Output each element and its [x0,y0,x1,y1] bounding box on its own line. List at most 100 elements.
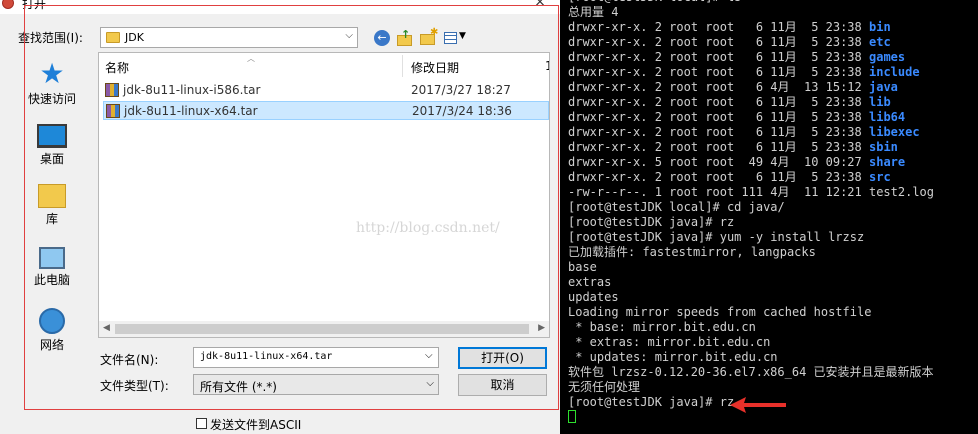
column-divider[interactable] [402,55,403,77]
terminal-line-text: base [568,260,597,274]
terminal-line: drwxr-xr-x. 2 root root 6 11月 5 23:38 et… [568,35,978,50]
terminal-line-text: 总用量 4 [568,5,619,19]
file-name: jdk-8u11-linux-i586.tar [123,83,261,97]
dialog-title: 打开 [22,0,47,11]
filename-input[interactable]: jdk-8u11-linux-x64.tar [193,347,439,368]
terminal-line: 已加载插件: fastestmirror, langpacks [568,245,978,260]
terminal-line: drwxr-xr-x. 2 root root 6 4月 13 15:12 ja… [568,80,978,95]
terminal-line-text: drwxr-xr-x. 2 root root 6 11月 5 23:38 [568,110,869,124]
terminal-line-text: [root@testJDK local]# ls [568,0,741,4]
place-this-pc[interactable]: 此电脑 [26,247,78,288]
network-icon [39,308,65,334]
terminal-line-text: drwxr-xr-x. 2 root root 6 11月 5 23:38 [568,140,869,154]
terminal-line: drwxr-xr-x. 2 root root 6 11月 5 23:38 ga… [568,50,978,65]
file-row-selected[interactable]: jdk-8u11-linux-x64.tar 2017/3/24 18:36 [103,101,549,120]
terminal-line-text: 已加载插件: fastestmirror, langpacks [568,245,816,259]
new-folder-icon[interactable]: ✱ [420,27,438,46]
lookin-label: 查找范围(I): [18,31,83,45]
file-list[interactable]: ︿ 名称 修改日期 1 jdk-8u11-linux-i586.tar 2017… [98,52,550,338]
horizontal-scrollbar[interactable]: ◀ ▶ [99,321,549,337]
terminal-line-text: drwxr-xr-x. 2 root root 6 11月 5 23:38 [568,20,869,34]
place-label: 桌面 [39,152,64,166]
ascii-checkbox-label: 发送文件到ASCII [210,418,302,432]
app-icon [2,0,14,9]
terminal-dir-name: lib [869,95,891,109]
lookin-dropdown[interactable]: JDK ⌵ [100,27,358,48]
desktop-icon [37,124,67,148]
column-header-extra[interactable]: 1 [545,59,549,73]
terminal-line-text: * base: mirror.bit.edu.cn [568,320,756,334]
terminal-line: base [568,260,978,275]
terminal-line-text: drwxr-xr-x. 2 root root 6 4月 13 15:12 [568,80,869,94]
terminal-line: drwxr-xr-x. 2 root root 6 11月 5 23:38 li… [568,110,978,125]
terminal-line-text: drwxr-xr-x. 2 root root 6 11月 5 23:38 [568,170,869,184]
up-folder-icon[interactable]: ↑ [397,28,413,46]
archive-file-icon [105,83,119,97]
place-quick-access[interactable]: ★ 快速访问 [26,60,78,107]
star-icon: ★ [39,57,65,90]
terminal-line-text: [root@testJDK java]# rz [568,395,735,409]
terminal-line-text: [root@testJDK java]# yum -y install lrzs… [568,230,865,244]
terminal-dir-name: lib64 [869,110,906,124]
lookin-value: JDK [125,31,144,44]
dialog-titlebar[interactable]: 打开 × [0,0,560,14]
open-button[interactable]: 打开(O) [458,347,547,369]
place-library[interactable]: 库 [26,184,78,227]
file-name: jdk-8u11-linux-x64.tar [124,104,258,118]
terminal-line-text: [root@testJDK java]# rz [568,215,735,229]
terminal-output: [root@testJDK local]# ls总用量 4drwxr-xr-x.… [568,0,978,410]
terminal-line: * updates: mirror.bit.edu.cn [568,350,978,365]
terminal-line: 软件包 lrzsz-0.12.20-36.el7.x86_64 已安装并且是最新… [568,365,978,380]
terminal-line-text: updates [568,290,619,304]
place-network[interactable]: 网络 [26,308,78,353]
filename-label: 文件名(N): [100,353,159,367]
terminal-line: [root@testJDK local]# cd java/ [568,200,978,215]
place-label: 快速访问 [27,92,76,106]
back-icon[interactable]: ← [374,30,390,46]
terminal-dir-name: games [869,50,906,64]
cancel-button[interactable]: 取消 [458,374,547,396]
column-header-date[interactable]: 修改日期 [411,59,459,76]
terminal-line: [root@testJDK java]# rz [568,215,978,230]
chevron-down-icon: ⌵ [345,30,353,41]
place-desktop[interactable]: 桌面 [26,124,78,167]
terminal-dir-name: bin [869,20,891,34]
terminal-line-text: * extras: mirror.bit.edu.cn [568,335,771,349]
filetype-dropdown[interactable]: 所有文件 (*.*) ⌵ [193,374,439,395]
terminal-line: * base: mirror.bit.edu.cn [568,320,978,335]
terminal-line: [root@testJDK java]# yum -y install lrzs… [568,230,978,245]
view-menu-icon[interactable]: ▼ [444,30,466,46]
folder-icon [106,32,120,43]
scroll-left-icon[interactable]: ◀ [103,323,110,333]
terminal-line: drwxr-xr-x. 2 root root 6 11月 5 23:38 bi… [568,20,978,35]
file-row[interactable]: jdk-8u11-linux-i586.tar 2017/3/27 18:27 [103,81,549,100]
terminal-dir-name: src [869,170,891,184]
terminal-line-text: drwxr-xr-x. 2 root root 6 11月 5 23:38 [568,95,869,109]
terminal-line-text: 无须任何处理 [568,380,641,394]
terminal-window[interactable]: [root@testJDK local]# ls总用量 4drwxr-xr-x.… [560,0,978,434]
scrollbar-thumb[interactable] [115,324,529,334]
terminal-line: * extras: mirror.bit.edu.cn [568,335,978,350]
place-label: 网络 [39,338,64,352]
terminal-dir-name: java [869,80,898,94]
red-arrow-annotation [730,397,786,413]
terminal-line: -rw-r--r--. 1 root root 111 4月 11 12:21 … [568,185,978,200]
terminal-line: drwxr-xr-x. 5 root root 49 4月 10 09:27 s… [568,155,978,170]
chevron-down-icon: ⌵ [426,378,434,389]
archive-file-icon [106,104,120,118]
terminal-cursor [568,410,576,423]
terminal-line-text: drwxr-xr-x. 2 root root 6 11月 5 23:38 [568,50,869,64]
column-header-name[interactable]: 名称 [105,59,129,76]
place-label: 此电脑 [33,273,70,287]
close-icon[interactable]: × [532,0,548,10]
chevron-down-icon[interactable]: ⌵ [425,350,433,361]
filetype-label: 文件类型(T): [100,379,169,393]
library-icon [38,184,66,208]
terminal-dir-name: etc [869,35,891,49]
scroll-right-icon[interactable]: ▶ [538,323,545,333]
open-file-dialog: 打开 × 查找范围(I): JDK ⌵ ← ↑ ✱ ▼ ★ 快速访问 桌面 库 … [0,0,560,434]
ascii-checkbox[interactable] [196,418,207,429]
terminal-line-text: drwxr-xr-x. 2 root root 6 11月 5 23:38 [568,35,869,49]
terminal-line: drwxr-xr-x. 2 root root 6 11月 5 23:38 li… [568,95,978,110]
terminal-line: drwxr-xr-x. 2 root root 6 11月 5 23:38 sr… [568,170,978,185]
